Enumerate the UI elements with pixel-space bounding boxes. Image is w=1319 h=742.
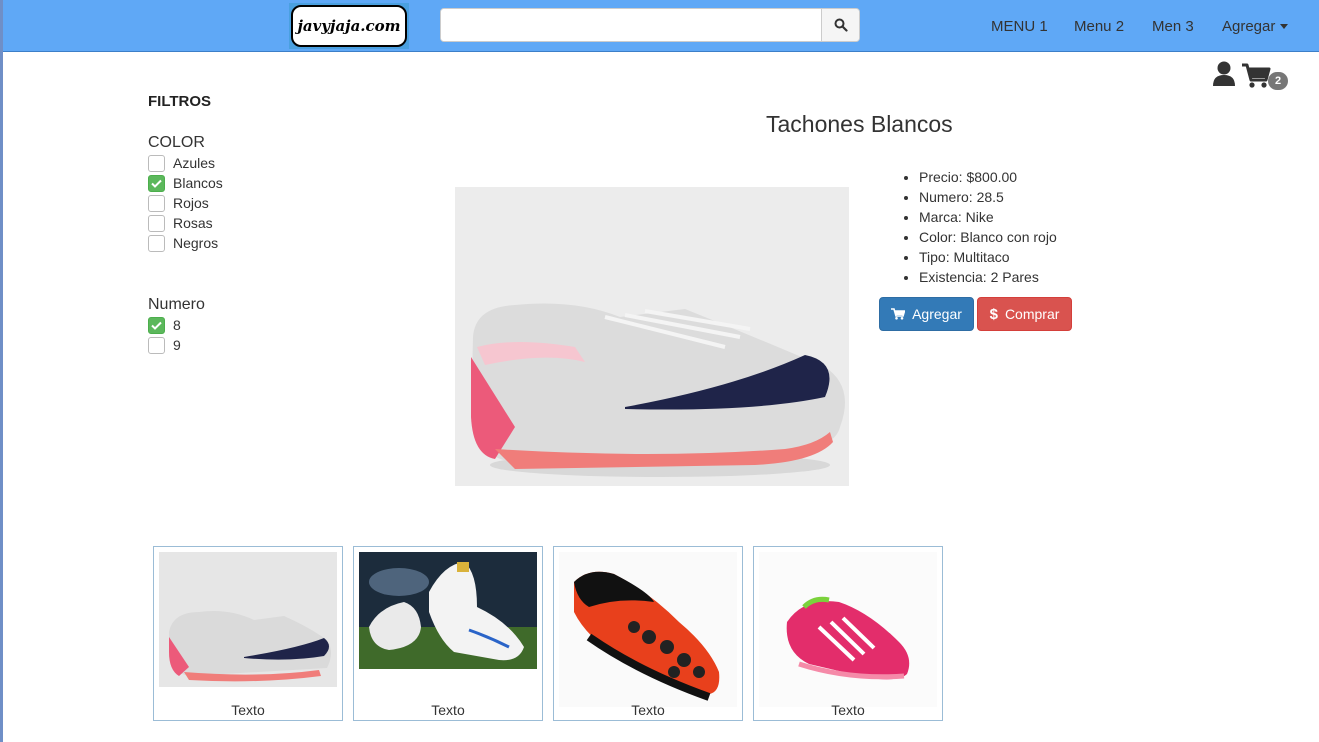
thumbnail-image [359, 552, 537, 672]
add-to-cart-label: Agregar [912, 306, 962, 322]
filter-option-label: Azules [173, 155, 216, 171]
product-details-list: Precio: $800.00 Numero: 28.5 Marca: Nike… [919, 167, 1057, 287]
cart-icon [891, 308, 906, 320]
search-input[interactable] [441, 9, 821, 41]
thumbnail-caption: Texto [431, 702, 465, 718]
thumbnail-2[interactable]: Texto [353, 546, 543, 721]
cart-count-badge: 2 [1268, 72, 1288, 90]
thumbnail-caption: Texto [631, 702, 665, 718]
thumbnail-caption: Texto [831, 702, 865, 718]
filters-title: FILTROS [148, 93, 212, 110]
product-main-image [455, 187, 849, 486]
filter-numero-list: 8 9 [148, 315, 181, 355]
thumbnail-1[interactable]: Texto [153, 546, 343, 721]
dollar-icon: $ [989, 305, 998, 323]
filter-group-color-title: COLOR [148, 134, 205, 151]
nav-dropdown-agregar[interactable]: Agregar [1222, 0, 1289, 52]
thumbnail-3[interactable]: Texto [553, 546, 743, 721]
check-icon [151, 179, 162, 188]
search-bar [440, 8, 860, 42]
checkbox[interactable] [148, 194, 165, 212]
page: javyjaja.com MENU 1 Menu 2 Men 3 Agregar [0, 0, 1319, 742]
filter-option-9[interactable]: 9 [148, 335, 181, 355]
thumbnail-image [159, 552, 337, 690]
checkbox[interactable] [148, 154, 165, 172]
user-icon[interactable] [1212, 61, 1236, 90]
buy-button[interactable]: $ Comprar [977, 297, 1072, 331]
filter-option-label: 9 [173, 337, 181, 353]
checkbox[interactable] [148, 214, 165, 232]
navbar: javyjaja.com MENU 1 Menu 2 Men 3 Agregar [3, 0, 1319, 52]
thumbnail-caption: Texto [231, 702, 265, 718]
search-button[interactable] [821, 9, 859, 41]
filter-option-blancos[interactable]: Blancos [148, 173, 223, 193]
checkbox[interactable] [148, 234, 165, 252]
filter-option-label: Negros [173, 235, 219, 251]
thumbnail-image [759, 552, 937, 710]
nav-item-label: Menu 2 [1074, 17, 1125, 35]
filter-option-rosas[interactable]: Rosas [148, 213, 223, 233]
detail-precio: Precio: $800.00 [919, 167, 1057, 187]
thumbnail-4[interactable]: Texto [753, 546, 943, 721]
nav-item-menu-1[interactable]: MENU 1 [991, 0, 1048, 52]
filter-color-list: Azules Blancos Rojos Rosas Negros [148, 153, 223, 253]
nav-dropdown-label: Agregar [1222, 17, 1276, 35]
product-title: Tachones Blancos [766, 111, 953, 137]
add-to-cart-button[interactable]: Agregar [879, 297, 974, 331]
buy-label: Comprar [1004, 306, 1060, 322]
detail-color: Color: Blanco con rojo [919, 227, 1057, 247]
caret-down-icon [1280, 23, 1289, 29]
checkbox-checked[interactable] [148, 174, 165, 192]
filter-option-rojos[interactable]: Rojos [148, 193, 223, 213]
detail-marca: Marca: Nike [919, 207, 1057, 227]
detail-existencia: Existencia: 2 Pares [919, 267, 1057, 287]
filter-group-numero-title: Numero [148, 296, 205, 313]
filter-option-label: Rosas [173, 215, 213, 231]
thumbnail-image [559, 552, 737, 710]
detail-numero: Numero: 28.5 [919, 187, 1057, 207]
nav-item-menu-3[interactable]: Men 3 [1152, 0, 1194, 52]
nav-item-label: MENU 1 [991, 17, 1048, 35]
filter-option-azules[interactable]: Azules [148, 153, 223, 173]
filter-option-8[interactable]: 8 [148, 315, 181, 335]
filter-option-label: Rojos [173, 195, 209, 211]
filter-option-negros[interactable]: Negros [148, 233, 223, 253]
nav-item-menu-2[interactable]: Menu 2 [1074, 0, 1124, 52]
detail-tipo: Tipo: Multitaco [919, 247, 1057, 267]
checkbox[interactable] [148, 336, 165, 354]
check-icon [151, 321, 162, 330]
cart-icon[interactable] [1241, 63, 1271, 92]
checkbox-checked[interactable] [148, 316, 165, 334]
nav-item-label: Men 3 [1152, 17, 1194, 35]
site-logo[interactable]: javyjaja.com [289, 3, 409, 49]
filter-option-label: 8 [173, 317, 181, 333]
search-icon [834, 18, 848, 32]
filter-option-label: Blancos [173, 175, 223, 191]
logo-text: javyjaja.com [291, 5, 407, 47]
